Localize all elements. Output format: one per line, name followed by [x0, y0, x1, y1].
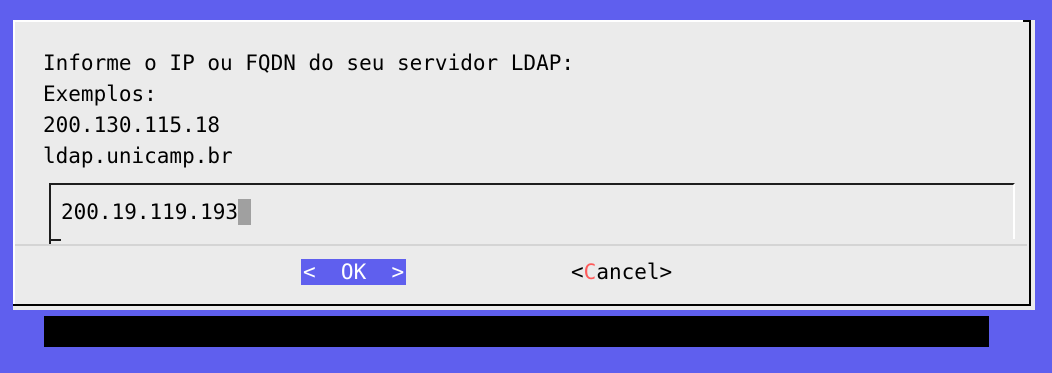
dialog-frame-right	[1029, 20, 1031, 306]
server-address-value-container[interactable]: 200.19.119.193	[61, 199, 252, 225]
dialog-prompt: Informe o IP ou FQDN do seu servidor LDA…	[43, 48, 574, 172]
prompt-line-examples-label: Exemplos:	[43, 82, 157, 106]
button-row-separator	[15, 244, 1027, 246]
dialog-frame-left	[13, 20, 15, 306]
dialog-frame-bottom	[13, 304, 1031, 306]
prompt-line-example-ip: 200.130.115.18	[43, 113, 221, 137]
cancel-button[interactable]: <Cancel>	[571, 259, 672, 285]
cancel-button-hotkey: C	[583, 260, 597, 284]
dialog-frame-top	[13, 20, 1023, 22]
dialog-window: Informe o IP ou FQDN do seu servidor LDA…	[13, 20, 1035, 310]
server-address-value[interactable]: 200.19.119.193	[61, 200, 238, 224]
ok-button[interactable]: < OK >	[301, 259, 407, 285]
cancel-button-open-bracket: <	[571, 260, 584, 284]
dialog-shadow	[44, 316, 989, 347]
text-cursor	[238, 199, 252, 225]
prompt-line-example-fqdn: ldap.unicamp.br	[43, 144, 233, 168]
cancel-button-label-rest: ancel>	[596, 260, 673, 284]
prompt-line-question: Informe o IP ou FQDN do seu servidor LDA…	[43, 51, 575, 75]
server-address-input[interactable]: 200.19.119.193	[49, 183, 1015, 239]
